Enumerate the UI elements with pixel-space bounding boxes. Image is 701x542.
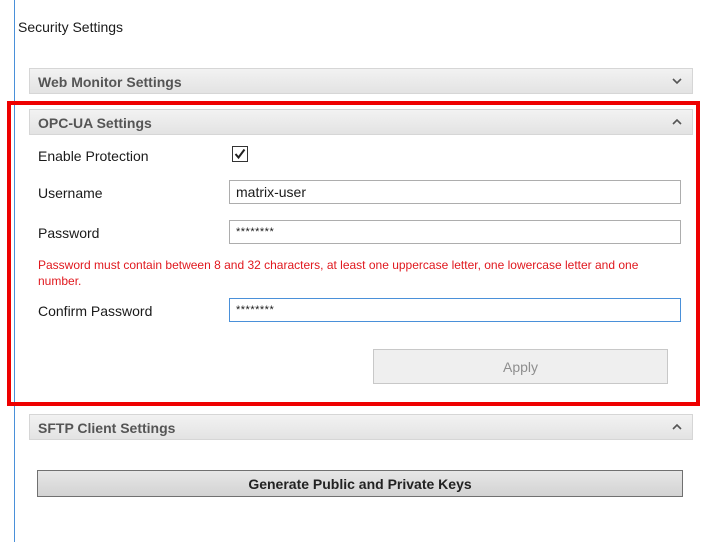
- confirm-password-field[interactable]: [229, 298, 681, 322]
- enable-protection-label: Enable Protection: [38, 148, 149, 164]
- apply-button[interactable]: Apply: [373, 349, 668, 384]
- security-settings-panel: Security Settings Web Monitor Settings O…: [0, 0, 701, 542]
- chevron-up-icon: [672, 118, 682, 125]
- username-label: Username: [38, 185, 103, 201]
- section-header-opc-ua[interactable]: OPC-UA Settings: [29, 109, 693, 135]
- section-title-opc-ua: OPC-UA Settings: [38, 115, 152, 131]
- chevron-up-icon: [672, 423, 682, 430]
- section-title-web-monitor: Web Monitor Settings: [38, 74, 182, 90]
- generate-keys-button[interactable]: Generate Public and Private Keys: [37, 470, 683, 497]
- page-title: Security Settings: [18, 19, 124, 35]
- section-header-sftp-client[interactable]: SFTP Client Settings: [29, 414, 693, 440]
- chevron-down-icon: [672, 78, 682, 85]
- checkmark-icon: [234, 148, 246, 160]
- panel-left-border: [14, 0, 15, 542]
- password-field[interactable]: [229, 220, 681, 244]
- password-error-message: Password must contain between 8 and 32 c…: [38, 258, 639, 288]
- password-label: Password: [38, 225, 100, 241]
- confirm-password-label: Confirm Password: [38, 303, 153, 319]
- section-title-sftp-client: SFTP Client Settings: [38, 420, 176, 436]
- username-field[interactable]: [229, 180, 681, 204]
- section-header-web-monitor[interactable]: Web Monitor Settings: [29, 68, 693, 94]
- enable-protection-checkbox[interactable]: [232, 146, 248, 162]
